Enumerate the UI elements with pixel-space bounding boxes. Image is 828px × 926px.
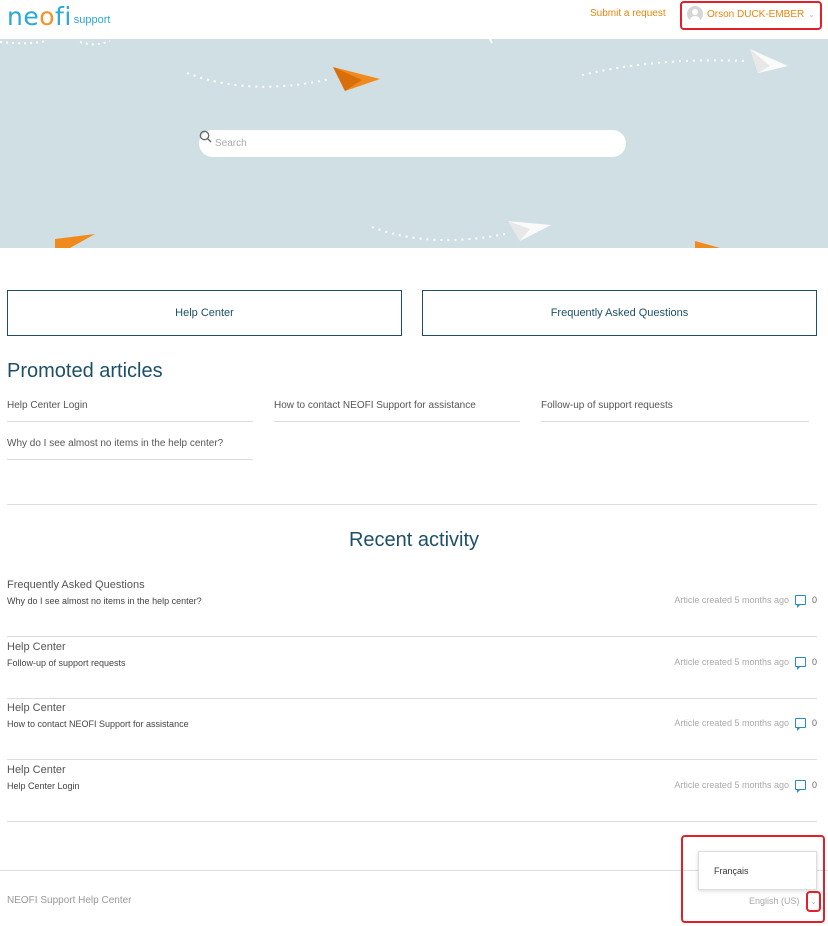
category-faq-button[interactable]: Frequently Asked Questions — [422, 290, 817, 336]
activity-item: Help Center Help Center Login Article cr… — [7, 760, 817, 822]
activity-item: Help Center How to contact NEOFI Support… — [7, 698, 817, 760]
language-current-label: English (US) — [749, 896, 800, 906]
search-bar[interactable] — [199, 130, 626, 157]
comment-icon — [794, 595, 806, 608]
section-divider — [7, 504, 817, 505]
activity-article-link[interactable]: Why do I see almost no items in the help… — [7, 596, 202, 606]
activity-article-link[interactable]: How to contact NEOFI Support for assista… — [7, 719, 189, 729]
comment-count: 0 — [811, 718, 817, 728]
activity-article-link[interactable]: Help Center Login — [7, 781, 80, 791]
activity-meta: Article created 5 months ago 0 — [674, 780, 817, 793]
promoted-article-link[interactable]: Help Center Login — [7, 400, 253, 422]
activity-timestamp: Article created 5 months ago — [674, 780, 789, 790]
user-name: Orson DUCK-EMBER — [707, 8, 805, 20]
activity-meta: Article created 5 months ago 0 — [674, 657, 817, 670]
category-help-center-button[interactable]: Help Center — [7, 290, 402, 336]
logo-subtitle: support — [73, 14, 111, 26]
activity-section-link[interactable]: Help Center — [7, 764, 66, 776]
activity-article-link[interactable]: Follow-up of support requests — [7, 658, 126, 668]
search-input[interactable] — [215, 138, 595, 149]
activity-item: Frequently Asked Questions Why do I see … — [7, 575, 817, 637]
neofi-logo[interactable]: neofi support — [7, 2, 110, 31]
activity-timestamp: Article created 5 months ago — [674, 595, 789, 605]
language-selector-button[interactable]: English (US) — [749, 896, 800, 906]
header: neofi support Submit a request Orson DUC… — [0, 0, 828, 39]
comment-count: 0 — [811, 780, 817, 790]
user-menu-button[interactable]: Orson DUCK-EMBER ⌄ — [687, 6, 815, 22]
avatar-icon — [687, 6, 703, 22]
recent-activity-title: Recent activity — [348, 529, 480, 551]
chevron-down-icon: ⌄ — [808, 9, 815, 19]
language-chevron-button[interactable]: ⌄ — [806, 891, 821, 912]
activity-meta: Article created 5 months ago 0 — [674, 718, 817, 731]
comment-count: 0 — [811, 657, 817, 667]
activity-timestamp: Article created 5 months ago — [674, 718, 789, 728]
search-icon — [199, 130, 212, 143]
comment-icon — [794, 657, 806, 670]
footer-home-link[interactable]: NEOFI Support Help Center — [7, 895, 132, 906]
activity-section-link[interactable]: Help Center — [7, 641, 66, 653]
language-dropdown-menu: Français — [698, 851, 817, 890]
activity-section-link[interactable]: Frequently Asked Questions — [7, 579, 145, 591]
chevron-down-icon: ⌄ — [810, 898, 817, 906]
comment-count: 0 — [811, 595, 817, 605]
activity-item: Help Center Follow-up of support request… — [7, 637, 817, 699]
language-option-francais[interactable]: Français — [714, 866, 749, 876]
comment-icon — [794, 780, 806, 793]
promoted-articles-title: Promoted articles — [7, 360, 163, 382]
submit-request-link[interactable]: Submit a request — [590, 8, 666, 19]
activity-section-link[interactable]: Help Center — [7, 702, 66, 714]
comment-icon — [794, 718, 806, 731]
activity-timestamp: Article created 5 months ago — [674, 657, 789, 667]
activity-meta: Article created 5 months ago 0 — [674, 595, 817, 608]
promoted-article-link[interactable]: How to contact NEOFI Support for assista… — [274, 400, 520, 422]
promoted-article-link[interactable]: Why do I see almost no items in the help… — [7, 438, 253, 460]
logo-wordmark: neofi — [7, 2, 72, 31]
promoted-article-link[interactable]: Follow-up of support requests — [541, 400, 809, 422]
hero-banner — [0, 39, 828, 248]
